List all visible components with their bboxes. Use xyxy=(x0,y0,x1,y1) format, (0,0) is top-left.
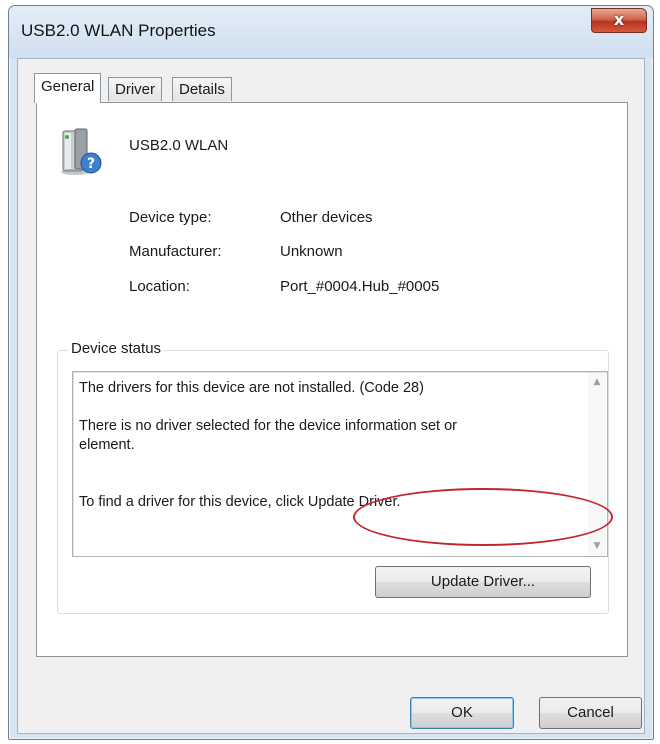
device-status-textbox[interactable]: The drivers for this device are not inst… xyxy=(72,371,608,557)
tab-general-label: General xyxy=(41,78,95,95)
manufacturer-value: Unknown xyxy=(280,243,343,260)
manufacturer-label: Manufacturer: xyxy=(129,243,222,260)
device-status-group: Device status The drivers for this devic… xyxy=(57,340,609,614)
device-status-title: Device status xyxy=(68,340,165,357)
window-title: USB2.0 WLAN Properties xyxy=(21,21,216,40)
unknown-device-icon: ? xyxy=(61,128,102,175)
location-label: Location: xyxy=(129,278,190,295)
device-status-text: The drivers for this device are not inst… xyxy=(79,380,457,510)
tab-driver[interactable]: Driver xyxy=(108,77,162,101)
close-button[interactable]: x xyxy=(591,8,647,33)
scroll-up-icon[interactable]: ▲ xyxy=(588,373,606,391)
close-icon: x xyxy=(613,10,625,29)
ok-label: OK xyxy=(451,704,473,721)
location-value: Port_#0004.Hub_#0005 xyxy=(280,278,440,295)
cancel-label: Cancel xyxy=(567,704,614,721)
update-driver-button[interactable]: Update Driver... xyxy=(375,566,591,598)
dialog-client-area: General Driver Details ? USB2.0 WLAN Dev… xyxy=(17,58,645,734)
properties-window: USB2.0 WLAN Properties x General Driver … xyxy=(8,5,654,740)
title-bar[interactable]: USB2.0 WLAN Properties x xyxy=(9,6,653,58)
status-scrollbar[interactable]: ▲ ▼ xyxy=(588,373,606,555)
device-type-label: Device type: xyxy=(129,209,212,226)
tab-driver-label: Driver xyxy=(115,81,155,98)
tab-general[interactable]: General xyxy=(34,73,102,103)
tab-details-label: Details xyxy=(179,81,225,98)
tab-details[interactable]: Details xyxy=(172,77,232,101)
general-tab-page: ? USB2.0 WLAN Device type: Other devices… xyxy=(36,102,628,657)
device-type-value: Other devices xyxy=(280,209,373,226)
scroll-down-icon[interactable]: ▼ xyxy=(588,537,606,555)
svg-text:?: ? xyxy=(87,156,95,172)
update-driver-label: Update Driver... xyxy=(430,573,536,590)
device-name: USB2.0 WLAN xyxy=(129,137,229,154)
cancel-button[interactable]: Cancel xyxy=(539,697,642,729)
ok-button[interactable]: OK xyxy=(410,697,514,729)
